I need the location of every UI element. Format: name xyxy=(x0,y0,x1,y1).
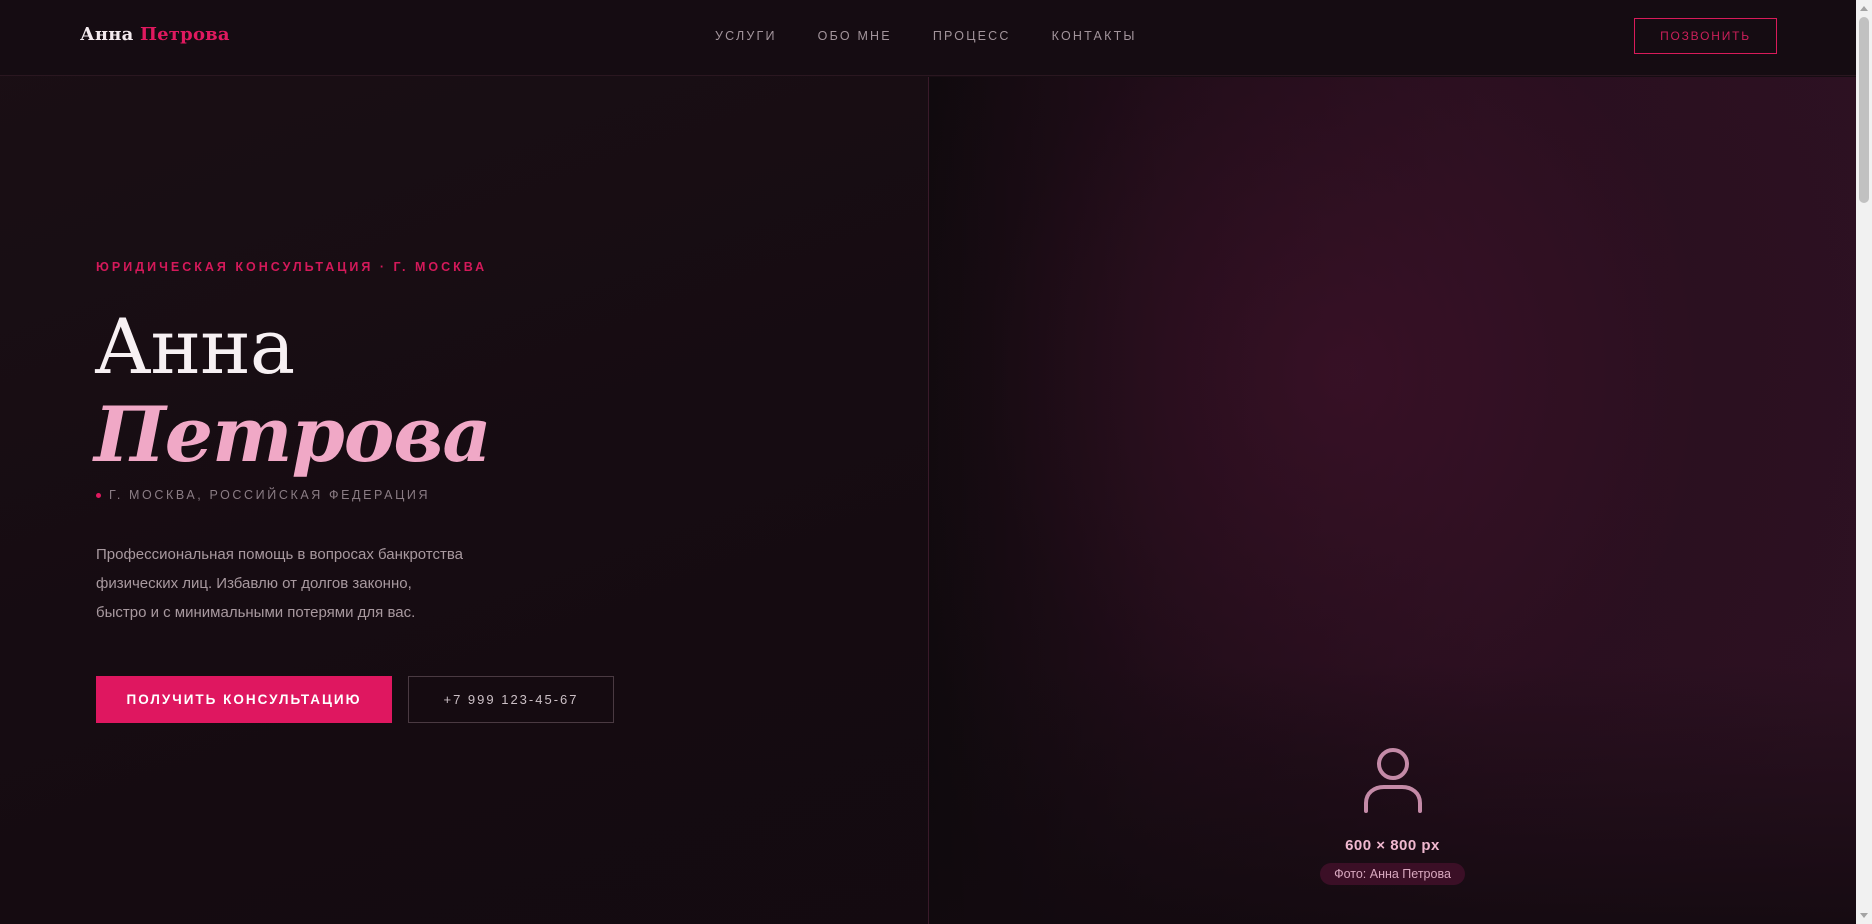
photo-caption: Фото: Анна Петрова xyxy=(1320,863,1465,885)
logo[interactable]: Анна Петрова xyxy=(80,24,230,45)
hero-name-first: Анна xyxy=(94,302,295,391)
vertical-scrollbar[interactable] xyxy=(1856,0,1872,924)
person-icon xyxy=(1363,748,1422,813)
nav-item-about[interactable]: ОБО МНЕ xyxy=(818,29,892,43)
nav-item-services[interactable]: УСЛУГИ xyxy=(715,29,777,43)
call-button[interactable]: ПОЗВОНИТЬ xyxy=(1634,18,1777,54)
location-text: Г. МОСКВА, РОССИЙСКАЯ ФЕДЕРАЦИЯ xyxy=(109,488,431,502)
description-line: быстро и с минимальными потерями для вас… xyxy=(96,604,416,621)
description-line: Профессиональная помощь в вопросах банкр… xyxy=(96,546,464,563)
hero-eyebrow: ЮРИДИЧЕСКАЯ КОНСУЛЬТАЦИЯ · Г. МОСКВА xyxy=(96,260,488,274)
phone-button[interactable]: +7 999 123-45-67 xyxy=(408,676,614,723)
nav-item-process[interactable]: ПРОЦЕСС xyxy=(933,29,1011,43)
scrollbar-thumb[interactable] xyxy=(1859,17,1869,203)
page: Анна Петрова УСЛУГИ ОБО МНЕ ПРОЦЕСС КОНТ… xyxy=(0,0,1872,924)
nav-item-contacts[interactable]: КОНТАКТЫ xyxy=(1052,29,1137,43)
scroll-up-icon[interactable] xyxy=(1860,6,1868,11)
location-dot-icon xyxy=(96,492,101,498)
hero-location: Г. МОСКВА, РОССИЙСКАЯ ФЕДЕРАЦИЯ xyxy=(96,488,430,502)
get-consultation-button[interactable]: ПОЛУЧИТЬ КОНСУЛЬТАЦИЮ xyxy=(96,676,392,723)
scroll-down-icon[interactable] xyxy=(1860,913,1868,918)
photo-placeholder: 600 × 800 px Фото: Анна Петрова xyxy=(928,77,1856,924)
description-line: физических лиц. Избавлю от долгов законн… xyxy=(96,575,412,592)
logo-last-name: Петрова xyxy=(139,24,230,45)
hero-description: Профессиональная помощь в вопросах банкр… xyxy=(96,540,516,627)
photo-dimensions: 600 × 800 px xyxy=(1345,837,1440,854)
hero-name-last: Петрова xyxy=(94,390,492,479)
main-nav: УСЛУГИ ОБО МНЕ ПРОЦЕСС КОНТАКТЫ xyxy=(715,29,1137,43)
site-header: Анна Петрова УСЛУГИ ОБО МНЕ ПРОЦЕСС КОНТ… xyxy=(0,0,1856,76)
photo-placeholder-content: 600 × 800 px Фото: Анна Петрова xyxy=(929,747,1856,885)
logo-first-name: Анна xyxy=(80,24,134,45)
